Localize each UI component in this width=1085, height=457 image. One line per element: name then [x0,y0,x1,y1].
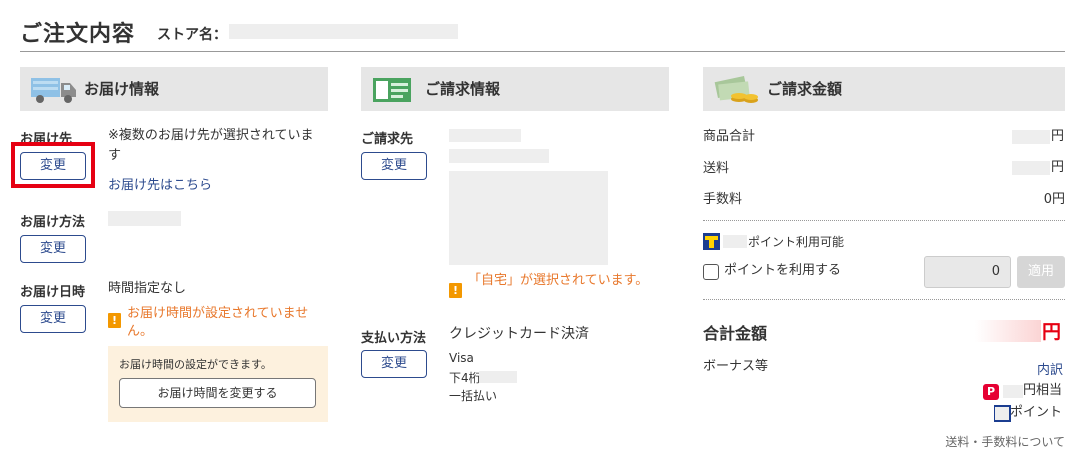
time-setting-note: お届け時間の設定ができます。 [119,358,272,371]
page-title: ご注文内容 [20,22,136,47]
card-last4-redacted [479,371,517,383]
destination-note: ※複数のお届け先が選択されています [108,128,314,163]
change-time-button[interactable]: お届け時間を変更する [119,378,316,408]
billing-section: ご請求情報 [361,67,669,111]
total-redacted [975,320,1041,342]
t-point-icon [703,233,720,250]
card-brand: Visa [449,351,474,365]
delivery-section: お届け情報 [20,67,328,111]
amount-section-header: ご請求金額 [703,67,1065,111]
change-payment-button[interactable]: 変更 [361,350,427,378]
points-input[interactable]: 0 [924,256,1011,288]
subtotal-unit: 円 [1051,129,1065,144]
home-selected-warning: 「自宅」が選択されています。 [468,273,649,288]
paypay-icon: P [983,384,999,400]
delivery-section-title: お届け情報 [84,80,160,98]
highlight-box [11,142,95,188]
fee-info-link[interactable]: 送料・手数料について [900,433,1065,450]
subtotal-redacted [1012,130,1050,144]
store-name-value [229,24,458,39]
fee-value: 0円 [1043,192,1065,207]
billing-line-redacted [449,149,549,163]
delivery-method-label: お届け方法 [20,215,86,230]
installment-value: 一括払い [449,389,498,403]
bonus-label: ボーナス等 [703,359,769,374]
payment-method-value: クレジットカード決済 [449,326,589,342]
total-label: 合計金額 [703,324,768,343]
billing-address-label: ご請求先 [361,132,414,147]
id-card-icon [373,78,411,102]
destination-link[interactable]: お届け先はこちら [108,174,212,193]
points-available-label: ポイント利用可能 [748,235,845,249]
apply-points-button[interactable]: 適用 [1017,256,1065,288]
paypay-amount-label: 円相当 [1023,383,1063,398]
payment-method-label: 支払い方法 [361,331,427,346]
time-warning: お届け時間が設定されていません。 [127,306,309,339]
divider [703,220,1065,221]
use-points-checkbox[interactable] [703,264,719,280]
change-delivery-date-button[interactable]: 変更 [20,305,86,333]
delivery-method-value [108,211,181,226]
warning-icon: ! [449,283,462,298]
store-name-label: ストア名： [157,27,227,43]
delivery-section-header: お届け情報 [20,67,328,111]
billing-section-header: ご請求情報 [361,67,669,111]
shipping-label: 送料 [703,161,730,176]
change-delivery-method-button[interactable]: 変更 [20,235,86,263]
change-billing-button[interactable]: 変更 [361,152,427,180]
fee-label: 手数料 [703,192,743,207]
divider [703,299,1065,300]
billing-section-title: ご請求情報 [425,80,501,98]
use-points-label[interactable]: ポイントを利用する [724,261,841,281]
shipping-redacted [1012,161,1050,175]
subtotal-label: 商品合計 [703,129,756,144]
tpoint-amount-label: ポイント [1010,405,1063,420]
time-setting-box: お届け時間の設定ができます。 お届け時間を変更する [108,346,328,422]
order-header: ご注文内容 ストア名： [20,12,1065,52]
tpoint-redacted [995,407,1009,420]
paypay-redacted [1003,385,1023,398]
warning-icon: ! [108,313,121,328]
points-redacted [723,235,747,248]
amount-section-title: ご請求金額 [767,80,843,98]
total-unit: 円 [1042,321,1062,343]
shipping-unit: 円 [1051,160,1065,175]
truck-icon [31,78,76,103]
breakdown-link[interactable]: 内訳 [1037,359,1063,378]
delivery-date-value: 時間指定なし [108,281,187,296]
amount-section: ご請求金額 [703,67,1065,111]
billing-name-redacted [449,129,521,142]
billing-address-redacted [449,171,608,265]
delivery-date-label: お届け日時 [20,285,86,300]
card-last4-label: 下4桁 [449,371,481,385]
money-icon [714,76,758,103]
